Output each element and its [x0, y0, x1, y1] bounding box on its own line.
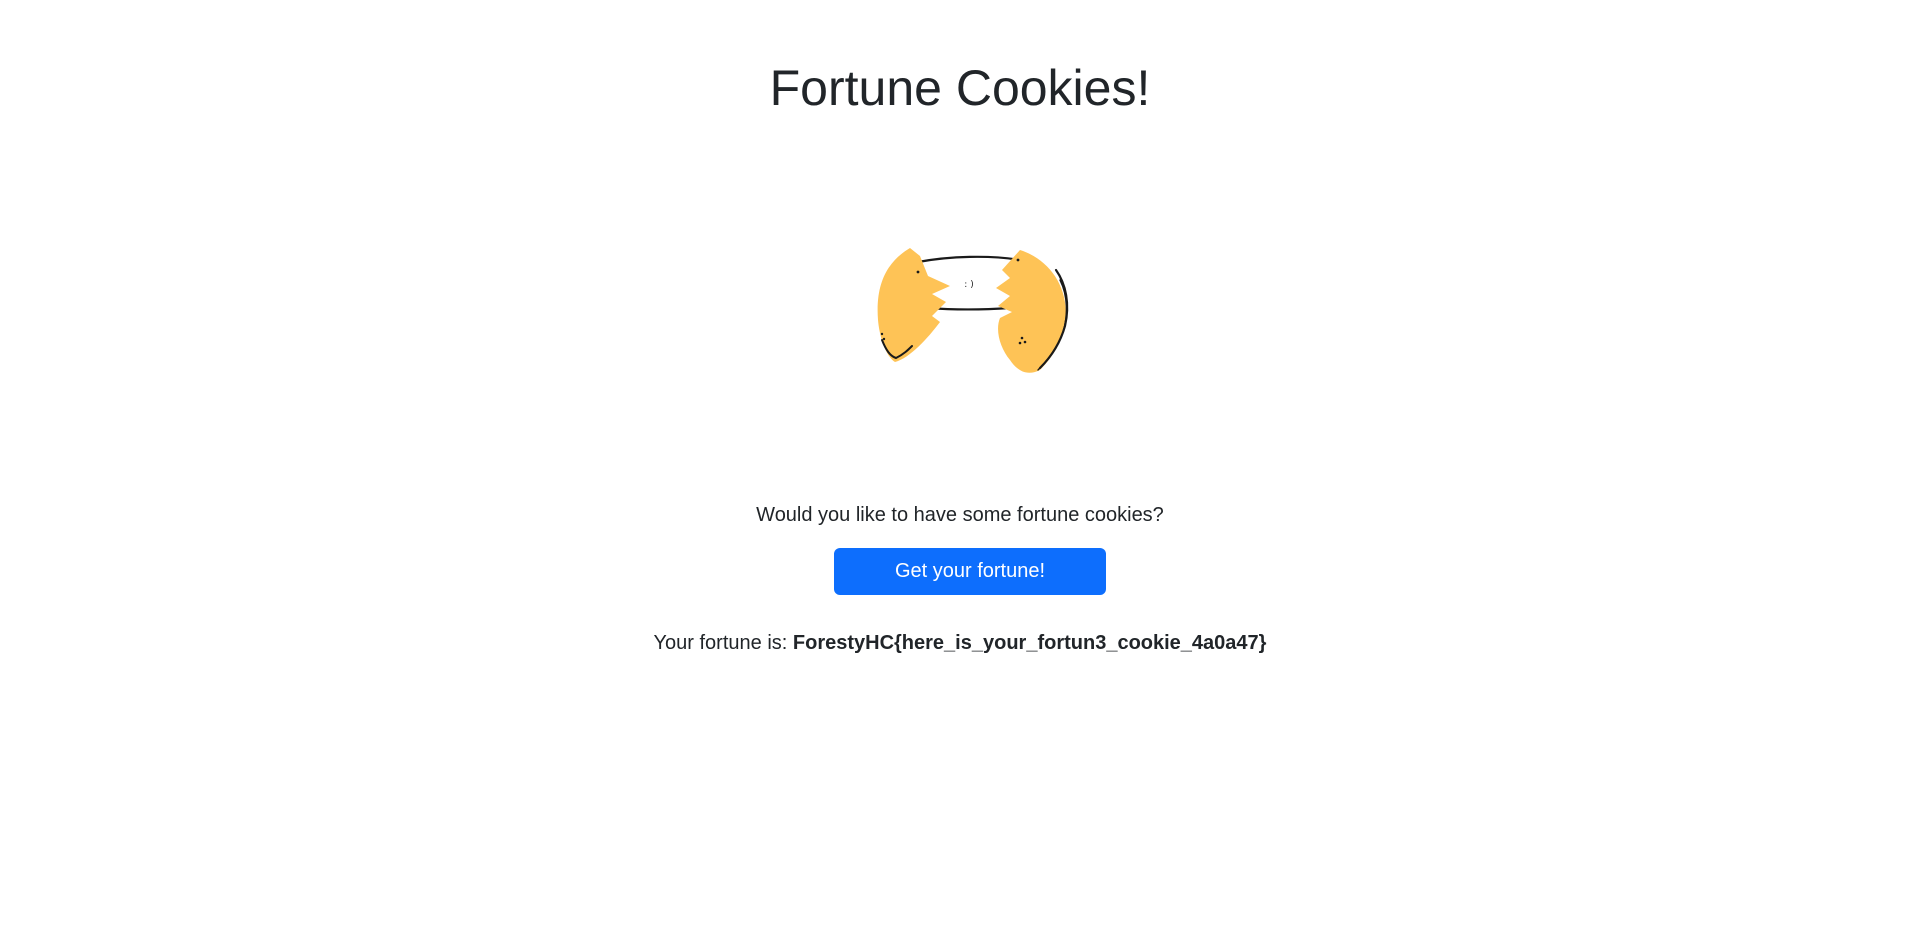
- fortune-paper-text: : ): [964, 280, 973, 290]
- fortune-result-label: Your fortune is:: [653, 632, 788, 654]
- fortune-result: Your fortune is: ForestyHC{here_is_your_…: [0, 628, 1920, 658]
- page: Fortune Cookies! : ) Would you like to h…: [0, 0, 1920, 927]
- get-fortune-button[interactable]: Get your fortune!: [834, 548, 1106, 595]
- fortune-cookie-icon: : ): [877, 248, 1069, 373]
- page-title: Fortune Cookies!: [769, 60, 1151, 116]
- fortune-result-value: ForestyHC{here_is_your_fortun3_cookie_4a…: [792, 632, 1267, 654]
- fortune-question: Would you like to have some fortune cook…: [756, 504, 1164, 526]
- cookie-right-half: [996, 250, 1066, 373]
